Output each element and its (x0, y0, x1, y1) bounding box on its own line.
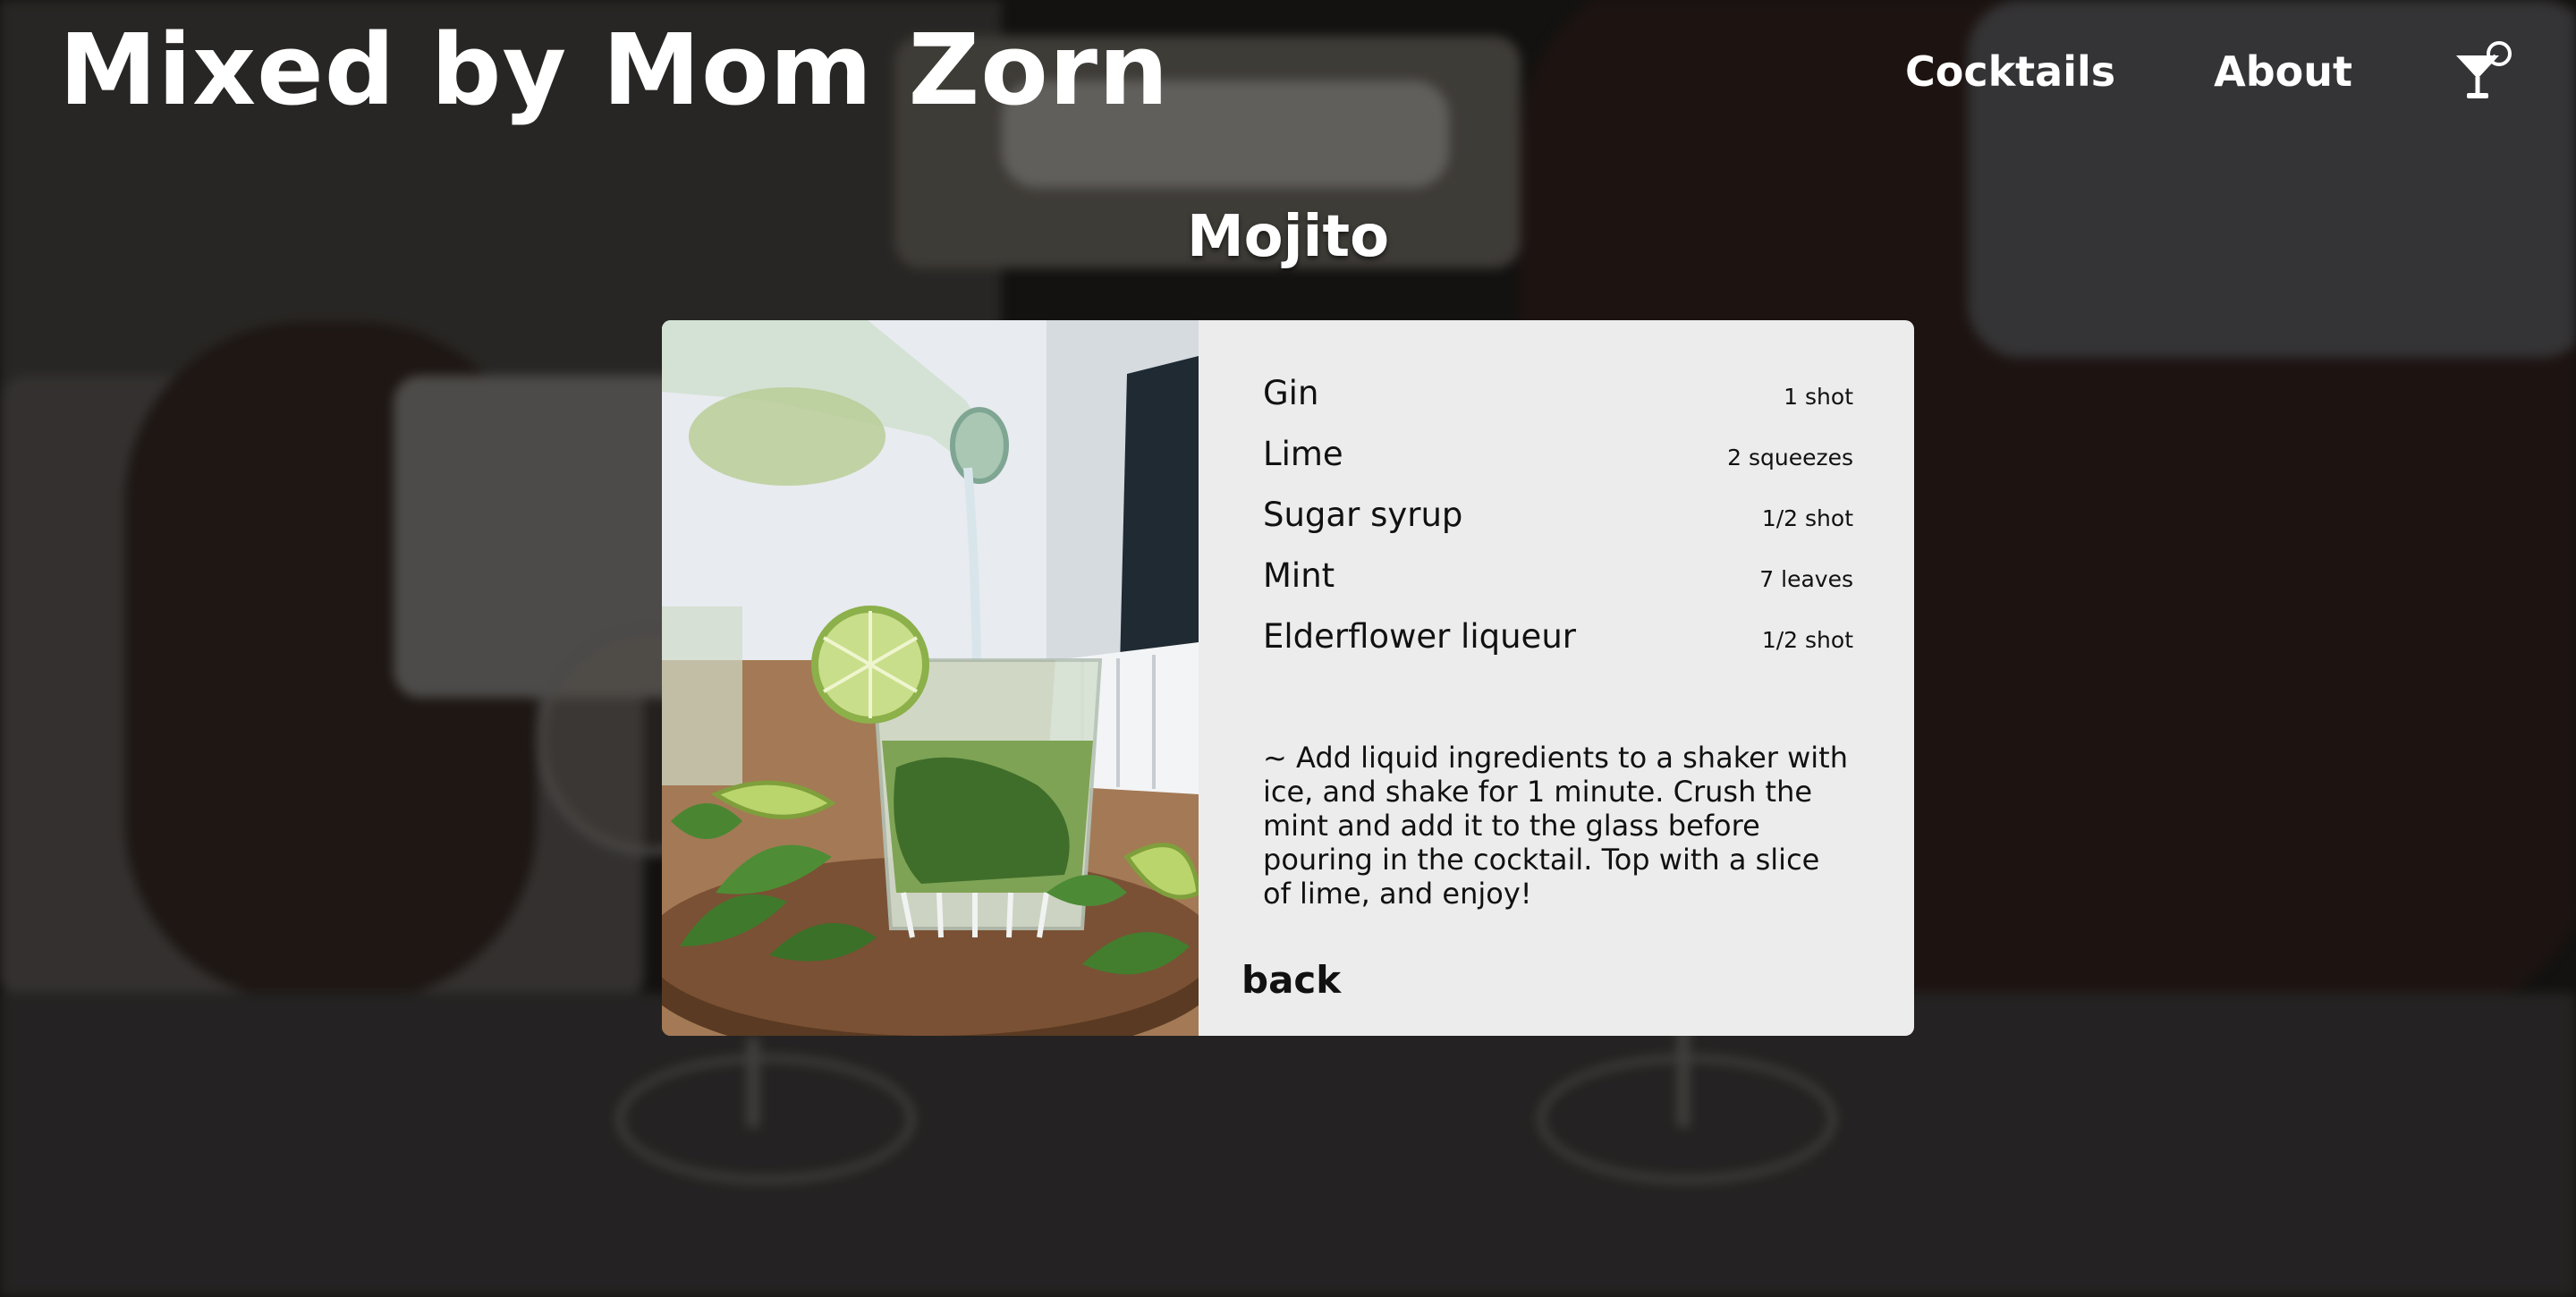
ingredient-name: Elderflower liqueur (1263, 617, 1576, 656)
recipe-card: Gin 1 shot Lime 2 squeezes Sugar syrup 1… (662, 320, 1914, 1036)
ingredient-name: Mint (1263, 556, 1335, 595)
ingredient-amount: 1/2 shot (1761, 627, 1853, 653)
ingredient-row: Elderflower liqueur 1/2 shot (1263, 617, 1853, 678)
ingredient-list: Gin 1 shot Lime 2 squeezes Sugar syrup 1… (1263, 374, 1853, 678)
ingredient-name: Lime (1263, 435, 1343, 473)
ingredient-row: Lime 2 squeezes (1263, 435, 1853, 496)
main-nav: Cocktails About (1905, 36, 2522, 107)
ingredient-row: Gin 1 shot (1263, 374, 1853, 435)
site-title[interactable]: Mixed by Mom Zorn (59, 16, 1169, 124)
ingredient-name: Sugar syrup (1263, 496, 1463, 534)
back-link[interactable]: back (1241, 958, 1341, 1002)
nav-link-about[interactable]: About (2214, 51, 2352, 92)
page: Mixed by Mom Zorn Cocktails About Mojito (0, 0, 2576, 1297)
recipe-details: Gin 1 shot Lime 2 squeezes Sugar syrup 1… (1199, 320, 1914, 1036)
ingredient-amount: 1 shot (1784, 384, 1853, 410)
ingredient-row: Sugar syrup 1/2 shot (1263, 496, 1853, 556)
ingredient-amount: 7 leaves (1759, 566, 1853, 592)
ingredient-name: Gin (1263, 374, 1319, 412)
nav-link-cocktails[interactable]: Cocktails (1905, 51, 2115, 92)
ingredient-amount: 2 squeezes (1727, 445, 1853, 470)
drink-photo (662, 320, 1199, 1036)
cocktail-glass-icon[interactable] (2451, 36, 2522, 107)
ingredient-row: Mint 7 leaves (1263, 556, 1853, 617)
ingredient-amount: 1/2 shot (1761, 505, 1853, 531)
instructions-text: ~ Add liquid ingredients to a shaker wit… (1263, 741, 1848, 911)
drink-title: Mojito (1186, 204, 1390, 270)
